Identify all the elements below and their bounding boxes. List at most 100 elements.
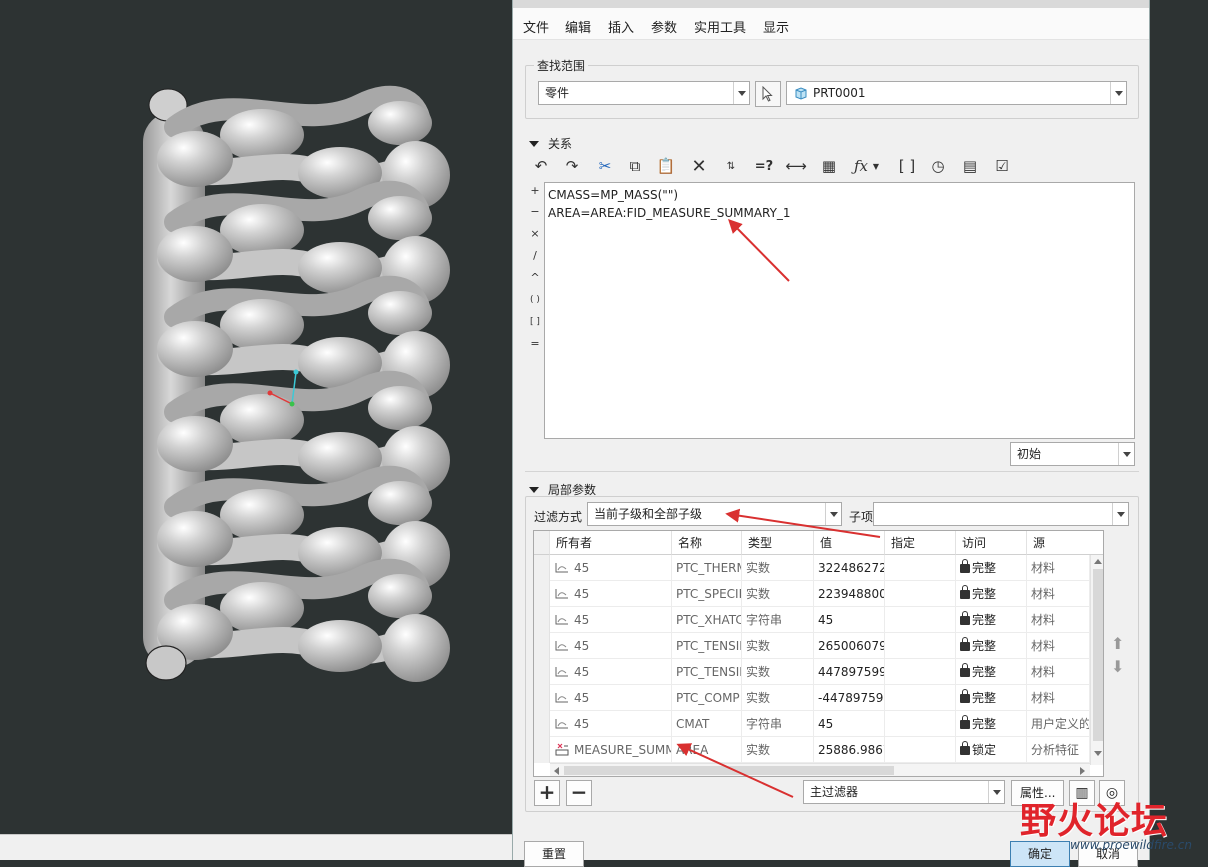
undo-icon[interactable]: ↶: [529, 154, 553, 178]
table-row[interactable]: 45 PTC_XHATC 字符串 45 完整 材料: [534, 607, 1090, 633]
row-selector[interactable]: [534, 555, 550, 581]
cell-value[interactable]: 45: [814, 607, 885, 633]
op-plus-button[interactable]: +: [525, 181, 545, 201]
row-selector[interactable]: [534, 659, 550, 685]
col-value-header[interactable]: 值: [814, 531, 885, 555]
scroll-right-arrow-icon[interactable]: [1080, 767, 1085, 775]
remove-parameter-button[interactable]: −: [566, 780, 592, 806]
table-row[interactable]: 45 PTC_SPECIF 实数 223948800 完整 材料: [534, 581, 1090, 607]
show-dimension-icon[interactable]: ⟷: [784, 154, 808, 178]
op-power-button[interactable]: ^: [525, 268, 545, 288]
cancel-button[interactable]: 取消: [1078, 841, 1138, 867]
filter-value: 当前子级和全部子级: [594, 507, 703, 521]
material-icon: [555, 693, 568, 703]
scroll-left-arrow-icon[interactable]: [554, 767, 559, 775]
cell-owner: 45: [550, 711, 672, 737]
table-row[interactable]: 45 CMAT 字符串 45 完整 用户定义的: [534, 711, 1090, 737]
table-row[interactable]: MEASURE_SUMM AREA 实数 25886.9867 锁定 分析特征: [534, 737, 1090, 763]
row-selector[interactable]: [534, 685, 550, 711]
paste-icon[interactable]: 📋: [654, 154, 678, 178]
col-name-header[interactable]: 名称: [672, 531, 742, 555]
op-divide-button[interactable]: /: [525, 246, 545, 266]
lookup-model-select[interactable]: PRT0001: [786, 81, 1127, 105]
cell-value[interactable]: 322486272: [814, 555, 885, 581]
relations-header[interactable]: 关系: [529, 135, 572, 152]
menu-insert[interactable]: 插入: [608, 17, 634, 36]
row-selector[interactable]: [534, 633, 550, 659]
cell-owner: 45: [550, 581, 672, 607]
menu-display[interactable]: 显示: [763, 17, 789, 36]
local-params-header-label: 局部参数: [548, 483, 597, 497]
cut-icon[interactable]: ✂: [593, 154, 617, 178]
menu-edit[interactable]: 编辑: [565, 17, 591, 36]
select-pointer-button[interactable]: [755, 81, 781, 107]
col-type-header[interactable]: 类型: [742, 531, 814, 555]
sort-relations-icon[interactable]: ⇅: [719, 154, 743, 178]
move-up-icon[interactable]: ⬆: [1111, 634, 1124, 653]
lock-icon: [960, 689, 970, 703]
main-filter-select[interactable]: 主过滤器: [803, 780, 1005, 804]
table-columns-icon[interactable]: ▥: [1069, 780, 1095, 806]
cell-value[interactable]: 447897599: [814, 659, 885, 685]
menu-file[interactable]: 文件: [523, 17, 549, 36]
col-designate-header[interactable]: 指定: [885, 531, 956, 555]
child-select[interactable]: [873, 502, 1129, 526]
op-parentheses-button[interactable]: ( ): [525, 290, 545, 310]
sort-list-icon[interactable]: ▤: [958, 154, 982, 178]
row-selector[interactable]: [534, 711, 550, 737]
binoculars-icon[interactable]: ◎: [1099, 780, 1125, 806]
op-equals-button[interactable]: =: [525, 334, 545, 354]
col-owner-header[interactable]: 所有者: [550, 531, 672, 555]
insert-parameter-icon[interactable]: ▦: [817, 154, 841, 178]
scroll-down-arrow-icon[interactable]: [1094, 751, 1102, 756]
cell-text: CMAT: [676, 717, 710, 731]
vertical-scrollbar[interactable]: [1090, 555, 1103, 765]
cell-value[interactable]: 25886.9867: [814, 737, 885, 763]
cell-text: 材料: [1031, 665, 1056, 679]
add-parameter-button[interactable]: +: [534, 780, 560, 806]
move-down-icon[interactable]: ⬇: [1111, 657, 1124, 676]
table-row[interactable]: 45 PTC_THERM 实数 322486272 完整 材料: [534, 555, 1090, 581]
row-selector[interactable]: [534, 737, 550, 763]
row-selector[interactable]: [534, 607, 550, 633]
properties-button[interactable]: 属性...: [1011, 780, 1064, 806]
horizontal-scrollbar[interactable]: [550, 763, 1090, 776]
col-access-header[interactable]: 访问: [956, 531, 1027, 555]
row-selector[interactable]: [534, 581, 550, 607]
cell-value[interactable]: 223948800: [814, 581, 885, 607]
scroll-thumb[interactable]: [1093, 569, 1103, 741]
scroll-up-arrow-icon[interactable]: [1094, 559, 1102, 564]
chevron-down-icon[interactable]: ▼: [870, 154, 882, 178]
cell-value[interactable]: -447897599: [814, 685, 885, 711]
ok-button[interactable]: 确定: [1010, 841, 1070, 867]
brackets-icon[interactable]: [ ]: [895, 154, 919, 178]
cell-source: 分析特征: [1027, 737, 1090, 763]
table-row[interactable]: 45 PTC_TENSIL 实数 265006079 完整 材料: [534, 633, 1090, 659]
init-value-select[interactable]: 初始: [1010, 442, 1135, 466]
table-row[interactable]: 45 PTC_COMP 实数 -447897599 完整 材料: [534, 685, 1090, 711]
op-multiply-button[interactable]: ×: [525, 224, 545, 244]
col-source-header[interactable]: 源: [1027, 531, 1103, 555]
lookup-type-select[interactable]: 零件: [538, 81, 750, 105]
cell-value[interactable]: 45: [814, 711, 885, 737]
filter-select[interactable]: 当前子级和全部子级: [587, 502, 842, 526]
cell-text: 完整: [972, 639, 997, 653]
op-minus-button[interactable]: −: [525, 202, 545, 222]
evaluate-icon[interactable]: =?: [752, 154, 776, 178]
relations-editor[interactable]: CMASS=MP_MASS("") AREA=AREA:FID_MEASURE_…: [544, 182, 1135, 439]
op-brackets-button[interactable]: [ ]: [525, 312, 545, 332]
cell-text: PTC_COMP: [676, 691, 740, 705]
menu-parameters[interactable]: 参数: [651, 17, 677, 36]
table-row[interactable]: 45 PTC_TENSIL 实数 447897599 完整 材料: [534, 659, 1090, 685]
check-relations-icon[interactable]: ☑: [990, 154, 1014, 178]
copy-icon[interactable]: ⧉: [623, 154, 647, 178]
model-viewport[interactable]: [0, 0, 512, 834]
cell-value[interactable]: 265006079: [814, 633, 885, 659]
delete-icon[interactable]: ✕: [687, 154, 711, 178]
menu-utilities[interactable]: 实用工具: [694, 17, 746, 36]
verify-relations-icon[interactable]: ◷: [926, 154, 950, 178]
reset-button[interactable]: 重置: [524, 841, 584, 867]
redo-icon[interactable]: ↷: [560, 154, 584, 178]
cell-type: 实数: [742, 633, 814, 659]
scroll-thumb[interactable]: [564, 766, 894, 775]
